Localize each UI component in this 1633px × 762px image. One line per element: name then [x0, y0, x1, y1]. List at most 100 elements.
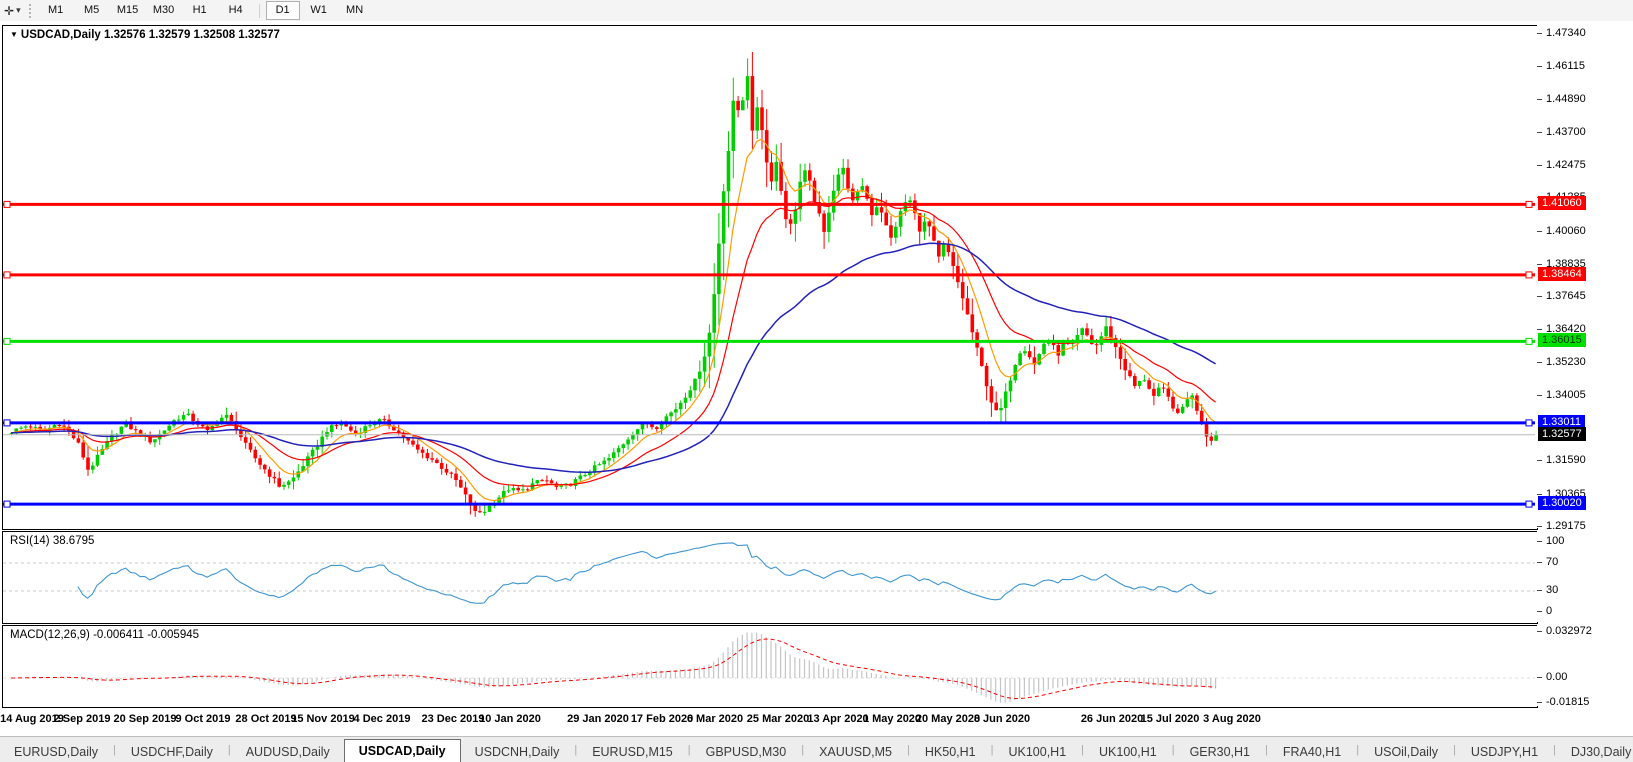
date-tick-label: 13 Apr 2020: [807, 713, 869, 725]
chart-collapse-icon[interactable]: ▼: [10, 30, 18, 39]
macd-tick-label: 0.032972: [1546, 625, 1592, 637]
timeframe-mn-button[interactable]: MN: [338, 1, 372, 20]
date-tick-label: 20 May 2020: [915, 713, 981, 725]
price-tick-label: 1.46115: [1546, 60, 1585, 72]
date-tick-label: 9 Oct 2019: [175, 713, 231, 725]
rsi-plot[interactable]: [3, 532, 1535, 621]
crosshair-icon: ✛: [4, 3, 15, 18]
rsi-tick-label: 30: [1546, 584, 1559, 596]
chart-tab-usoil-daily[interactable]: USOil,Daily: [1360, 742, 1452, 762]
price-tick-mark: [1537, 395, 1542, 396]
price-level-tag: 1.30020: [1538, 496, 1586, 510]
date-tick-label: 26 Jun 2020: [1080, 713, 1144, 725]
toolbar-separator: [258, 3, 260, 18]
chart-tab-uk100-h1[interactable]: UK100,H1: [994, 742, 1080, 762]
toolbar-drag-handle[interactable]: [28, 3, 31, 18]
rsi-panel-canvas[interactable]: RSI(14) 38.6795: [2, 531, 1538, 624]
macd-indicator-label: MACD(12,26,9) -0.006411 -0.005945: [10, 629, 200, 641]
chart-tab-dj30-daily[interactable]: DJ30,Daily: [1557, 742, 1633, 762]
chart-tab-eurusd-m15[interactable]: EURUSD,M15: [578, 742, 687, 762]
chart-tab-eurusd-daily[interactable]: EURUSD,Daily: [0, 742, 112, 762]
trading-terminal-window: ✛ ▾ M1 M5 M15 M30 H1 H4 D1 W1 MN ▼ USDCAD,Daily 1…: [0, 0, 1633, 762]
date-tick-label: 20 Sep 2019: [113, 713, 177, 725]
price-tick-mark: [1537, 329, 1542, 330]
price-axis[interactable]: 1.473401.461151.448901.437001.424751.412…: [1537, 25, 1633, 532]
date-tick-label: 8 Jun 2020: [973, 713, 1031, 725]
rsi-axis[interactable]: 100 70 30 0: [1537, 531, 1633, 622]
chart-tab-ger30-h1[interactable]: GER30,H1: [1176, 742, 1264, 762]
macd-tick-mark: [1537, 702, 1542, 703]
chart-tab-bar: EURUSD,Daily | USDCHF,Daily | AUDUSD,Daily US…: [0, 736, 1633, 762]
price-tick-mark: [1537, 66, 1542, 67]
chart-ohlc-values: 1.32576 1.32579 1.32508 1.32577: [104, 29, 280, 41]
current-price-tag: 1.32577: [1538, 427, 1586, 441]
macd-tick-mark: [1537, 677, 1542, 678]
crosshair-tool-button[interactable]: ✛ ▾: [1, 2, 24, 20]
chart-tab-audusd-daily[interactable]: AUDUSD,Daily: [232, 742, 344, 762]
chart-tab-xauusd-m5[interactable]: XAUUSD,M5: [805, 742, 906, 762]
macd-plot[interactable]: [3, 626, 1535, 705]
chart-tab-usdcad-daily[interactable]: USDCAD,Daily: [343, 739, 461, 762]
chart-tab-hk50-h1[interactable]: HK50,H1: [911, 742, 990, 762]
rsi-line: [77, 542, 1216, 604]
timeframe-m1-button[interactable]: M1: [39, 1, 73, 20]
date-tick-label: 15 Jul 2020: [1140, 713, 1200, 725]
timeframe-m15-button[interactable]: M15: [111, 1, 145, 20]
rsi-tick-label: 0: [1546, 605, 1553, 617]
price-tick-label: 1.34005: [1546, 389, 1586, 401]
macd-tick-label: -0.01815: [1546, 696, 1590, 708]
chart-tab-gbpusd-m30[interactable]: GBPUSD,M30: [692, 742, 801, 762]
chart-tab-usdjpy-h1[interactable]: USDJPY,H1: [1457, 742, 1552, 762]
timeframe-h4-button[interactable]: H4: [219, 1, 253, 20]
timeframe-m30-button[interactable]: M30: [147, 1, 181, 20]
price-tick-label: 1.40060: [1546, 225, 1586, 237]
price-tick-mark: [1537, 526, 1542, 527]
date-tick-label: 10 Jan 2020: [479, 713, 541, 725]
date-tick-label: 1 May 2020: [862, 713, 922, 725]
rsi-tick-mark: [1537, 541, 1542, 542]
date-tick-label: 2 Sep 2019: [53, 713, 111, 725]
timeframe-d1-button[interactable]: D1: [265, 1, 300, 20]
macd-tick-mark: [1537, 631, 1542, 632]
date-tick-label: 3 Aug 2020: [1203, 713, 1261, 725]
macd-panel-canvas[interactable]: MACD(12,26,9) -0.006411 -0.005945: [2, 625, 1538, 708]
price-tick-label: 1.37645: [1546, 290, 1586, 302]
rsi-tick-label: 70: [1546, 556, 1559, 568]
time-axis[interactable]: 14 Aug 2019 2 Sep 2019 20 Sep 2019 9 Oct 20…: [0, 708, 1536, 734]
macd-signal-line: [11, 638, 1216, 699]
price-tick-mark: [1537, 494, 1542, 495]
price-tick-label: 1.42475: [1546, 159, 1586, 171]
timeframe-m5-button[interactable]: M5: [75, 1, 109, 20]
price-tick-label: 1.43700: [1546, 126, 1586, 138]
chart-symbol-period: USDCAD,Daily: [20, 29, 101, 41]
candlestick-plot[interactable]: [3, 26, 1535, 527]
price-tick-mark: [1537, 231, 1542, 232]
rsi-tick-label: 100: [1546, 535, 1565, 547]
date-tick-label: 29 Jan 2020: [567, 713, 629, 725]
price-level-tag: 1.36015: [1538, 333, 1586, 347]
price-tick-mark: [1537, 132, 1542, 133]
date-tick-label: 28 Oct 2019: [235, 713, 297, 725]
rsi-tick-mark: [1537, 611, 1542, 612]
chart-tab-uk100-h1[interactable]: UK100,H1: [1085, 742, 1171, 762]
price-tick-mark: [1537, 33, 1542, 34]
chevron-down-icon: ▾: [16, 5, 21, 15]
price-tick-label: 1.35230: [1546, 356, 1586, 368]
main-chart-canvas[interactable]: ▼ USDCAD,Daily 1.32576 1.32579 1.32508 1.…: [2, 25, 1538, 530]
price-tick-mark: [1537, 296, 1542, 297]
chart-title: ▼ USDCAD,Daily 1.32576 1.32579 1.32508 1.…: [10, 29, 280, 41]
macd-axis[interactable]: 0.032972 0.00 -0.01815: [1537, 625, 1633, 708]
chart-tab-usdcnh-daily[interactable]: USDCNH,Daily: [461, 742, 574, 762]
price-tick-mark: [1537, 99, 1542, 100]
chart-tab-fra40-h1[interactable]: FRA40,H1: [1269, 742, 1355, 762]
timeframe-buttons-group: M1 M5 M15 M30 H1 H4 D1 W1 MN: [38, 0, 373, 21]
timeframes-toolbar: ✛ ▾ M1 M5 M15 M30 H1 H4 D1 W1 MN: [0, 0, 1633, 22]
chart-tab-usdchf-daily[interactable]: USDCHF,Daily: [117, 742, 227, 762]
timeframe-w1-button[interactable]: W1: [302, 1, 336, 20]
timeframe-h1-button[interactable]: H1: [183, 1, 217, 20]
rsi-tick-mark: [1537, 562, 1542, 563]
price-level-tag: 1.38464: [1538, 267, 1586, 281]
date-tick-label: 17 Feb 2020: [630, 713, 694, 725]
price-tick-label: 1.47340: [1546, 27, 1586, 39]
date-tick-label: 15 Nov 2019: [291, 713, 355, 725]
